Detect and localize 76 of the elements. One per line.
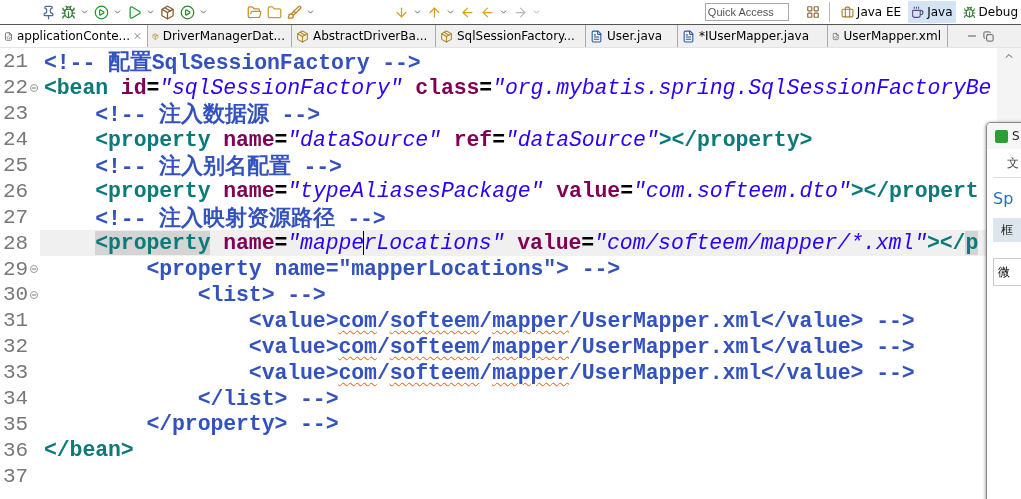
- run-icon[interactable]: [179, 4, 195, 20]
- xml-file-icon: [4, 29, 13, 43]
- line-number: 25: [2, 154, 29, 177]
- line-number: 30: [2, 283, 29, 307]
- tab-label: AbstractDriverBa...: [313, 29, 428, 43]
- editor-tab[interactable]: applicationConte...: [0, 25, 148, 47]
- code-line: <value>com/softeem/mapper/UserMapper.xml</value> -->: [247, 308, 915, 333]
- tab-label: *IUserMapper.java: [699, 29, 809, 43]
- code-line: <property name="mapperLocations"> -->: [145, 257, 621, 282]
- line-number: 31: [2, 309, 29, 333]
- tab-label: UserMapper.xml: [843, 29, 941, 43]
- line-number: 23: [2, 102, 29, 126]
- code-line: <!-- 注入别名配置 -->: [94, 153, 342, 180]
- arrow-down-icon[interactable]: [393, 4, 409, 20]
- tab-label: User.java: [607, 29, 663, 43]
- open-perspective-icon[interactable]: [804, 4, 821, 20]
- run-icon[interactable]: [93, 4, 109, 20]
- menu-item[interactable]: 文: [1007, 154, 1019, 172]
- code-line: <!-- 注入数据源 -->: [94, 101, 320, 129]
- quick-access-field[interactable]: Quick Access: [704, 3, 789, 21]
- code-line: </bean>: [43, 438, 134, 463]
- run-icon[interactable]: [126, 4, 142, 20]
- code-line: <value>com/softeem/mapper/UserMapper.xml</value> -->: [247, 334, 915, 359]
- code-line: <list> -->: [196, 282, 326, 307]
- class-file-icon: [440, 29, 453, 43]
- java-file-icon: [682, 29, 695, 43]
- bug-icon[interactable]: [60, 4, 76, 20]
- class-file-icon: [296, 29, 309, 43]
- input-field[interactable]: 微: [993, 258, 1021, 286]
- collapse-icon[interactable]: [30, 83, 38, 92]
- tab-label: SqlSessionFactory...: [457, 29, 575, 43]
- collapse-icon[interactable]: [30, 265, 38, 274]
- code-line: <property name="mapperLocations" value="com/softeem/mapper/*.xml"></p: [94, 231, 979, 256]
- app-icon: [995, 129, 1008, 143]
- brush-icon[interactable]: [286, 4, 302, 20]
- briefcase-icon: [840, 5, 854, 19]
- line-number: 34: [2, 387, 29, 410]
- arrow-right-icon[interactable]: [512, 4, 528, 20]
- line-number: 32: [2, 335, 29, 359]
- perspective-button[interactable]: Java EE: [837, 1, 905, 23]
- line-number: 37: [2, 464, 29, 488]
- line-number: 35: [2, 412, 29, 436]
- folder-icon[interactable]: [266, 4, 282, 20]
- code-line: <bean id="sqlSessionFactory" class="org.mybatis.spring.SqlSessionFactoryBe: [43, 75, 992, 100]
- maximize-icon[interactable]: [980, 28, 996, 44]
- line-number: 24: [2, 128, 29, 152]
- line-number: 26: [2, 179, 29, 203]
- code-line: <property name="dataSource" ref="dataSource"></property>: [94, 127, 813, 152]
- coffee-icon: [911, 5, 925, 19]
- line-number: 21: [2, 50, 29, 74]
- java-file-icon: [590, 29, 603, 43]
- code-line: <value>com/softeem/mapper/UserMapper.xml</value> -->: [247, 360, 915, 385]
- pin-icon[interactable]: [40, 4, 56, 20]
- collapse-icon[interactable]: [30, 291, 38, 299]
- bug-icon: [962, 5, 976, 19]
- tab-label: applicationConte...: [17, 29, 131, 43]
- code-line: <property name="typeAliasesPackage" value="com.softeem.dto"></propert: [94, 179, 979, 204]
- line-number: 27: [2, 205, 29, 229]
- perspective-button[interactable]: Java: [908, 1, 956, 23]
- line-number: 28: [2, 231, 29, 255]
- perspective-button[interactable]: Debug: [959, 1, 1021, 23]
- window-title: S: [1012, 129, 1020, 143]
- code-line: <!-- 注入映射资源路径 -->: [94, 205, 386, 232]
- code-line: </list> -->: [196, 386, 339, 411]
- line-number: 29: [2, 257, 29, 281]
- heading: Sp: [993, 188, 1014, 208]
- folder-icon[interactable]: [246, 4, 262, 20]
- close-icon[interactable]: [134, 31, 141, 41]
- code-line: </property> -->: [145, 412, 339, 437]
- line-number: 22: [2, 76, 29, 100]
- line-number: 33: [2, 361, 29, 385]
- package-icon[interactable]: [159, 4, 175, 20]
- tab-label: DriverManagerDat...: [162, 29, 285, 43]
- side-tab[interactable]: 框: [993, 218, 1021, 242]
- code-line: <!-- 配置SqlSessionFactory -->: [43, 49, 421, 77]
- line-number: 36: [2, 438, 29, 462]
